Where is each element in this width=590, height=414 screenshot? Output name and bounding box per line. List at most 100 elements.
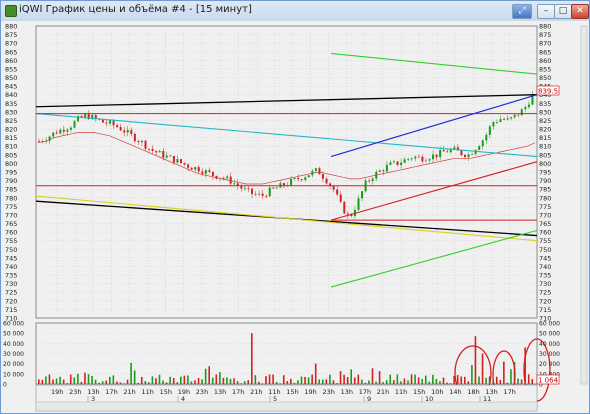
volume-bar — [80, 381, 83, 384]
hour-tick-label: 23h — [323, 388, 335, 396]
candle-body — [233, 183, 236, 185]
volume-bar — [91, 375, 93, 384]
candle-body — [140, 140, 143, 143]
candle-body — [84, 114, 87, 118]
volume-bar — [393, 380, 395, 384]
price-tick-label: 730 — [5, 280, 17, 288]
volume-bar — [84, 372, 86, 384]
price-tick-label: 810 — [539, 143, 551, 151]
volume-bar — [254, 375, 257, 384]
candle-body — [109, 120, 111, 124]
vertical-scrollbar[interactable] — [580, 25, 588, 385]
maximize-button[interactable]: □ — [554, 4, 572, 19]
volume-bar — [322, 379, 324, 384]
volume-bar — [467, 381, 470, 384]
candle-body — [346, 213, 349, 215]
volume-bar — [481, 353, 484, 384]
volume-bar — [290, 378, 292, 384]
volume-bar — [286, 381, 289, 384]
current-volume-label: 1 064 — [538, 377, 559, 385]
volume-bar — [385, 380, 388, 384]
price-tick-label: 715 — [5, 306, 17, 314]
price-tick-label: 730 — [539, 280, 551, 288]
current-volume-tag: 1 064 — [536, 374, 560, 385]
price-tick-label: 780 — [539, 194, 551, 202]
trendline-green-lower[interactable] — [330, 229, 538, 288]
volume-bar — [201, 379, 203, 384]
trendline-cyan[interactable] — [35, 113, 538, 158]
volume-bar — [73, 377, 76, 384]
volume-bar — [77, 373, 79, 384]
volume-bar — [272, 374, 274, 384]
volume-bar — [311, 374, 313, 384]
volume-bars — [38, 333, 534, 384]
horizontal-scrollbar[interactable] — [35, 401, 538, 412]
trendline-upper-black[interactable] — [35, 94, 538, 108]
candle-body — [293, 177, 296, 179]
volume-bar — [442, 377, 445, 384]
price-tick-label: 800 — [539, 160, 551, 168]
hour-tick-label: 11h — [395, 388, 407, 396]
volume-bar — [45, 376, 47, 384]
volume-bar — [300, 376, 303, 384]
pin-button[interactable]: ⤢ — [512, 4, 532, 19]
hour-tick-label: 18h — [467, 388, 479, 396]
candle-body — [446, 151, 449, 153]
volume-bar — [336, 383, 338, 384]
volume-bar — [126, 379, 129, 384]
volume-bar — [172, 378, 175, 384]
volume-bar — [368, 380, 370, 384]
candle-body — [275, 187, 278, 189]
candle-body — [339, 194, 342, 202]
app-icon — [5, 5, 17, 17]
candle-body — [158, 150, 161, 153]
volume-bar — [353, 377, 356, 384]
candle-body — [165, 155, 168, 158]
volume-bar — [339, 371, 342, 384]
candle-body — [94, 115, 97, 119]
candle-body — [517, 114, 520, 116]
volume-bar — [268, 374, 271, 384]
price-tick-label: 790 — [539, 177, 551, 185]
candle-body — [116, 125, 119, 128]
candle-body — [503, 119, 506, 120]
candle-body — [169, 155, 172, 157]
volume-bar — [119, 382, 122, 384]
current-price-label: 839.5 — [538, 88, 558, 96]
candle-body — [506, 118, 509, 120]
volume-bar — [456, 374, 459, 384]
candle-body — [318, 168, 321, 175]
volume-tick-label: 50 000 — [539, 331, 560, 338]
candle-body — [513, 114, 516, 118]
volume-bar — [98, 382, 100, 384]
price-volume-chart[interactable]: 8808758708658608558508458408358308258208… — [1, 21, 589, 413]
trendline-green-upper[interactable] — [330, 52, 538, 75]
volume-tick-label: 40 000 — [539, 341, 560, 348]
candle-body — [105, 122, 108, 124]
volume-bar — [343, 374, 345, 384]
candle-body — [119, 127, 122, 131]
volume-bar — [41, 379, 44, 384]
price-tick-label: 835 — [539, 100, 551, 108]
hour-tick-label: 11h — [142, 388, 154, 396]
candle-body — [474, 149, 477, 155]
price-tick-label: 815 — [539, 134, 551, 142]
volume-bar — [247, 380, 250, 384]
volume-bar — [517, 378, 519, 384]
hour-tick-label: 23h — [69, 388, 81, 396]
candle-body — [485, 134, 488, 141]
price-tick-label: 825 — [5, 117, 17, 125]
volume-tick-label: 20 000 — [3, 361, 24, 368]
volume-tick-label: 30 000 — [539, 351, 560, 358]
close-button[interactable]: ✕ — [571, 4, 589, 19]
price-tick-label: 870 — [5, 40, 17, 48]
hour-tick-label: 19h — [304, 388, 316, 396]
title-bar[interactable]: iQWI График цены и объёма #4 - [15 минут… — [1, 1, 589, 21]
volume-bar — [314, 363, 317, 384]
volume-tick-label: 60 000 — [3, 321, 24, 328]
volume-bar — [208, 366, 210, 384]
volume-bar — [197, 377, 200, 384]
volume-bar — [503, 361, 505, 384]
volume-bar — [460, 376, 463, 384]
minimize-button[interactable]: – — [537, 4, 555, 19]
